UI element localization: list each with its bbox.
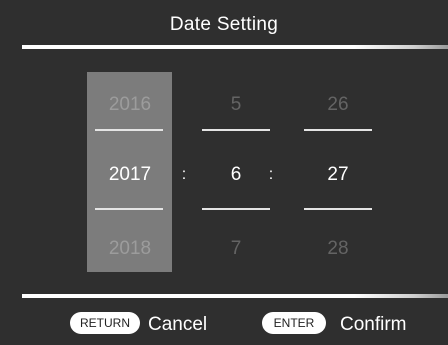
month-lower-line (202, 208, 270, 210)
year-upper-line (95, 129, 163, 131)
year-next[interactable]: 2018 (85, 238, 175, 260)
confirm-label: Confirm (340, 314, 407, 335)
month-prev[interactable]: 5 (191, 94, 281, 116)
separator-year-month: : (181, 166, 187, 183)
year-prev[interactable]: 2016 (85, 94, 175, 116)
cancel-button[interactable]: RETURN Cancel (70, 312, 230, 338)
date-setting-dialog: Date Setting 2016 2017 2018 : 5 6 7 : 26… (0, 0, 448, 345)
month-upper-line (202, 129, 270, 131)
day-prev[interactable]: 26 (293, 94, 383, 116)
year-current[interactable]: 2017 (85, 164, 175, 186)
enter-key-badge: ENTER (262, 312, 326, 334)
dialog-title: Date Setting (169, 14, 279, 35)
cancel-label: Cancel (148, 314, 208, 335)
day-next[interactable]: 28 (293, 238, 383, 260)
day-upper-line (304, 129, 372, 131)
day-lower-line (304, 208, 372, 210)
bottom-divider (22, 294, 448, 298)
month-next[interactable]: 7 (191, 238, 281, 260)
day-current[interactable]: 27 (293, 164, 383, 186)
year-lower-line (95, 208, 163, 210)
top-divider (22, 45, 448, 49)
return-key-badge: RETURN (70, 312, 140, 334)
confirm-button[interactable]: ENTER Confirm (262, 312, 432, 338)
separator-month-day: : (268, 166, 274, 183)
